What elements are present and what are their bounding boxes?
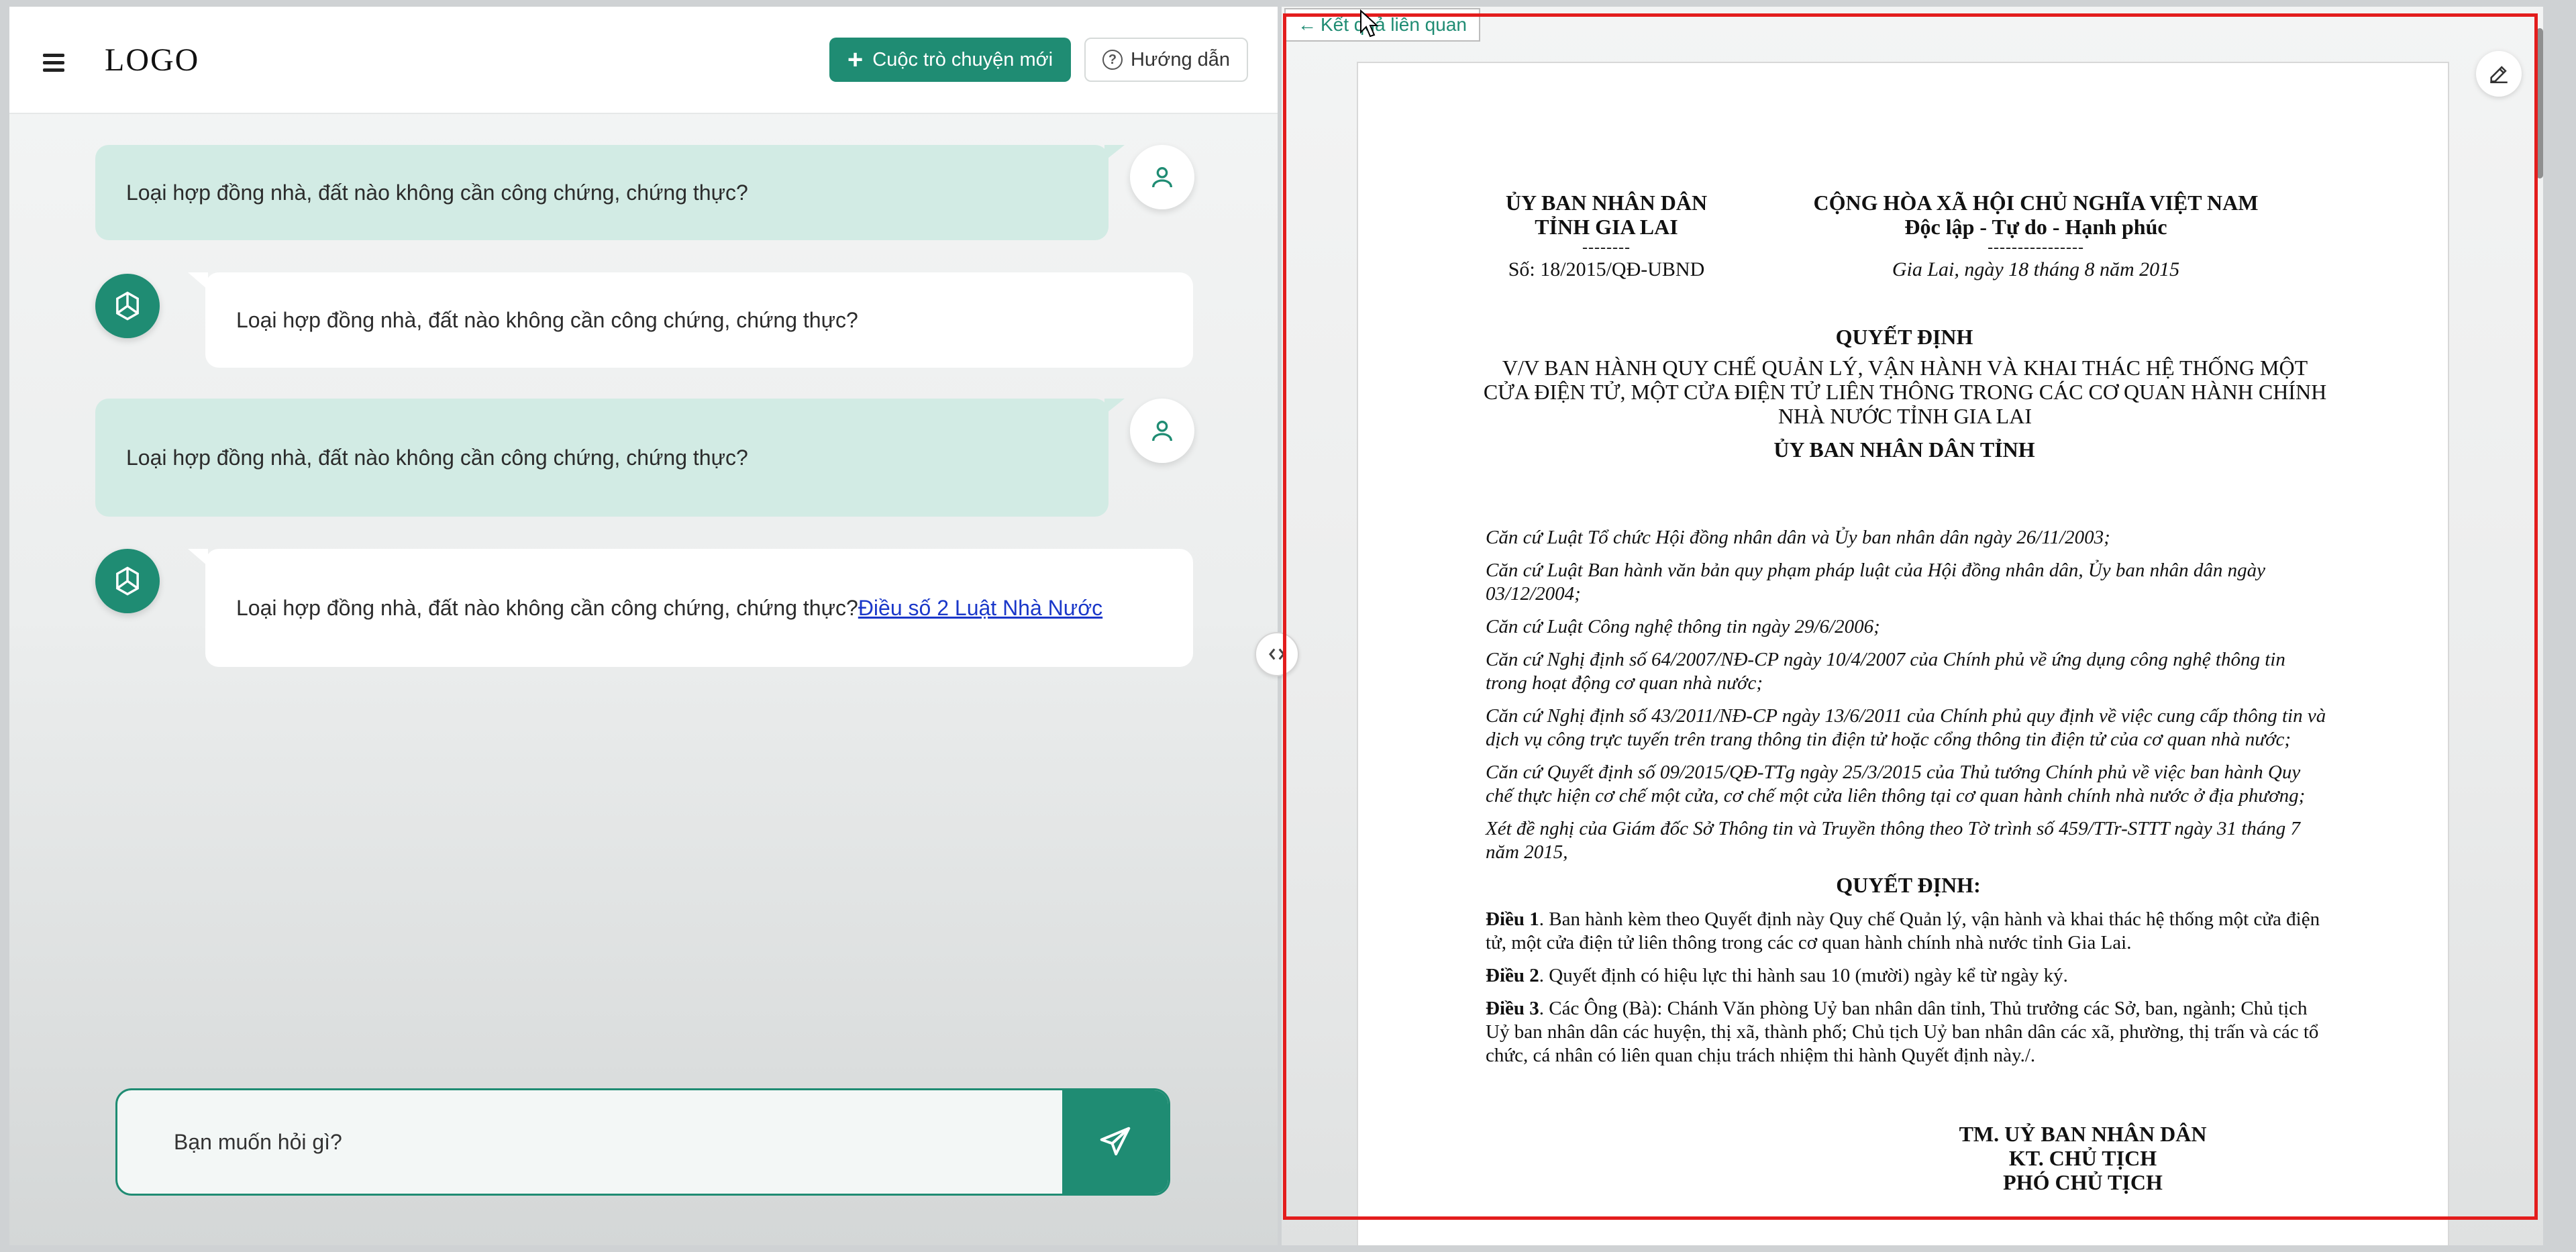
legal-basis: Xét đề nghị của Giám đốc Sở Thông tin và… <box>1486 818 2301 863</box>
mouse-cursor-icon <box>1360 9 1378 38</box>
document-body: Căn cứ Luật Tổ chức Hội đồng nhân dân và… <box>1486 526 2331 1077</box>
issuer-line: ỦY BAN NHÂN DÂN <box>1505 191 1708 215</box>
article: Điều 1. Ban hành kèm theo Quyết định này… <box>1486 908 2331 955</box>
document-title: QUYẾT ĐỊNH <box>1835 325 1973 349</box>
composer <box>115 1088 1170 1196</box>
document-page: ỦY BAN NHÂN DÂN TỈNH GIA LAI -------- Số… <box>1357 62 2449 1245</box>
send-button[interactable] <box>1062 1090 1168 1194</box>
article-label: Điều 2 <box>1486 965 1539 986</box>
edit-icon <box>2490 66 2508 84</box>
signature-line: TM. UỶ BAN NHÂN DÂN <box>1959 1122 2207 1146</box>
legal-basis: Căn cứ Nghị định số 64/2007/NĐ-CP ngày 1… <box>1486 649 2285 694</box>
back-label: Kết quả liên quan <box>1321 14 1467 35</box>
back-to-results-button[interactable]: ← Kết quả liên quan <box>1284 8 1480 42</box>
national-line: CỘNG HÒA XÃ HỘI CHỦ NGHĨA VIỆT NAM <box>1813 191 2259 215</box>
divider: ---------------- <box>1988 239 2084 256</box>
article-label: Điều 3 <box>1486 998 1539 1019</box>
edit-button[interactable] <box>2476 51 2522 97</box>
bot-icon <box>116 291 139 321</box>
document-number: Số: 18/2015/QĐ-UBND <box>1508 258 1705 280</box>
national-line: Độc lập - Tự do - Hạnh phúc <box>1904 215 2167 239</box>
help-icon: ? <box>1102 50 1123 70</box>
user-avatar <box>1130 399 1194 463</box>
reference-link[interactable]: Điều số 2 Luật Nhà Nước <box>858 596 1102 621</box>
user-message: Loại hợp đồng nhà, đất nào không cần côn… <box>95 145 1125 240</box>
issuer-line: TỈNH GIA LAI <box>1535 215 1678 239</box>
authority-heading: ỦY BAN NHÂN DÂN TỈNH <box>1773 437 2035 462</box>
article-text: . Ban hành kèm theo Quyết định này Quy c… <box>1486 908 2320 953</box>
scrollbar-thumb[interactable] <box>2536 28 2543 178</box>
user-avatar <box>1130 145 1194 209</box>
signature-line: KT. CHỦ TỊCH <box>2008 1146 2157 1170</box>
signature-line: PHÓ CHỦ TỊCH <box>2003 1170 2163 1194</box>
article-label: Điều 1 <box>1486 908 1539 930</box>
send-icon <box>1100 1127 1131 1156</box>
article-text: . Các Ông (Bà): Chánh Văn phòng Uỷ ban n… <box>1486 998 2319 1066</box>
user-icon <box>1152 166 1172 188</box>
bot-icon <box>116 566 139 596</box>
document-subject: V/V BAN HÀNH QUY CHẾ QUẢN LÝ, VẬN HÀNH V… <box>1483 356 2327 428</box>
collapse-toggle-icon <box>1269 648 1285 660</box>
issuer-block: ỦY BAN NHÂN DÂN TỈNH GIA LAI -------- Số… <box>1492 191 1720 283</box>
legal-basis: Căn cứ Luật Ban hành văn bản quy phạm ph… <box>1486 560 2266 605</box>
plus-icon: + <box>847 45 864 74</box>
document-scrollbar[interactable] <box>2535 13 2544 1239</box>
message-text: Loại hợp đồng nhà, đất nào không cần côn… <box>236 307 858 332</box>
document-date: Gia Lai, ngày 18 tháng 8 năm 2015 <box>1892 258 2180 280</box>
document-pane: ỦY BAN NHÂN DÂN TỈNH GIA LAI -------- Số… <box>1282 7 2543 1245</box>
message-text: Loại hợp đồng nhà, đất nào không cần côn… <box>236 595 858 620</box>
article: Điều 2. Quyết định có hiệu lực thi hành … <box>1486 964 2331 988</box>
article-text: . Quyết định có hiệu lực thi hành sau 10… <box>1539 965 2068 986</box>
logo: LOGO <box>105 42 200 78</box>
new-chat-button[interactable]: + Cuộc trò chuyện mới <box>829 38 1071 82</box>
legal-basis: Căn cứ Quyết định số 09/2015/QĐ-TTg ngày… <box>1486 762 2306 806</box>
panel-toggle-button[interactable] <box>1255 632 1299 676</box>
user-icon <box>1152 421 1172 441</box>
new-chat-label: Cuộc trò chuyện mới <box>872 48 1053 70</box>
bot-avatar <box>95 274 160 338</box>
bot-message: Loại hợp đồng nhà, đất nào không cần côn… <box>188 549 1193 667</box>
question-input[interactable] <box>117 1090 1064 1194</box>
chat-pane: LOGO + Cuộc trò chuyện mới ? Hướng dẫn L… <box>9 7 1278 1245</box>
message-text: Loại hợp đồng nhà, đất nào không cần côn… <box>126 180 748 205</box>
menu-icon[interactable] <box>40 48 68 76</box>
decision-heading: QUYẾT ĐỊNH: <box>1836 873 1981 897</box>
legal-basis: Căn cứ Nghị định số 43/2011/NĐ-CP ngày 1… <box>1486 705 2326 750</box>
divider: -------- <box>1582 239 1631 256</box>
article: Điều 3. Các Ông (Bà): Chánh Văn phòng Uỷ… <box>1486 997 2331 1067</box>
national-header: CỘNG HÒA XÃ HỘI CHỦ NGHĨA VIỆT NAM Độc l… <box>1788 191 2284 283</box>
bot-avatar <box>95 549 160 613</box>
legal-basis: Căn cứ Luật Công nghệ thông tin ngày 29/… <box>1486 616 1880 637</box>
help-label: Hướng dẫn <box>1130 48 1231 70</box>
legal-basis: Căn cứ Luật Tổ chức Hội đồng nhân dân và… <box>1486 527 2110 548</box>
top-bar: LOGO + Cuộc trò chuyện mới ? Hướng dẫn <box>9 7 1278 114</box>
user-message: Loại hợp đồng nhà, đất nào không cần côn… <box>95 399 1125 517</box>
message-text: Loại hợp đồng nhà, đất nào không cần côn… <box>126 445 748 470</box>
help-button[interactable]: ? Hướng dẫn <box>1084 38 1248 82</box>
arrow-left-icon: ← <box>1298 14 1317 35</box>
bot-message: Loại hợp đồng nhà, đất nào không cần côn… <box>188 272 1193 368</box>
signature-block: TM. UỶ BAN NHÂN DÂN KT. CHỦ TỊCH PHÓ CHỦ… <box>1882 1122 2284 1194</box>
